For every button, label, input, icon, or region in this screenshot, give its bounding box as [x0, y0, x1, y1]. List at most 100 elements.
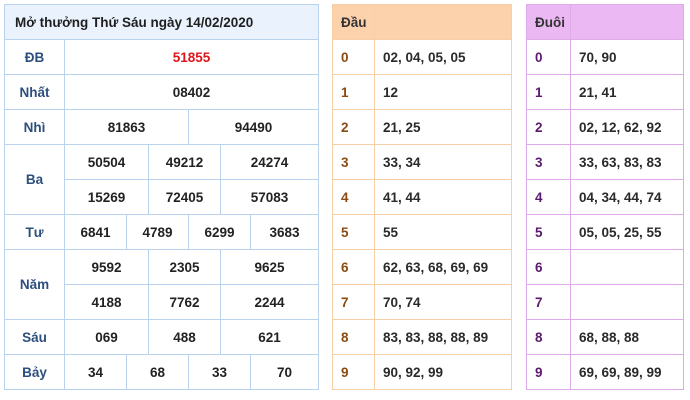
table-row: 9 69, 69, 89, 99 — [526, 354, 684, 390]
table-row: 7 70, 74 — [332, 284, 512, 320]
dau-table: Đầu 0 02, 04, 05, 05 1 12 2 21, 25 3 33, 34 4 41,… — [332, 4, 512, 390]
prize-value: 488 — [148, 319, 221, 355]
dau-numbers: 62, 63, 68, 69, 69 — [374, 249, 512, 285]
prize-value: 57083 — [219, 179, 320, 215]
prize-label-tu: Tư — [4, 214, 65, 250]
prize-value: 51855 — [63, 39, 320, 75]
duoi-digit: 7 — [526, 284, 571, 320]
prize-value: 2244 — [219, 284, 320, 320]
table-row: 1 21, 41 — [526, 74, 684, 110]
dau-numbers: 33, 34 — [374, 144, 512, 180]
prize-value: 34 — [64, 354, 127, 390]
dau-digit: 2 — [332, 109, 375, 145]
prize-row-sau: Sáu 069 488 621 — [4, 319, 320, 355]
table-row: 9 90, 92, 99 — [332, 354, 512, 390]
prize-value: 3683 — [249, 214, 320, 250]
duoi-table: Đuôi 0 70, 90 1 21, 41 2 02, 12, 62, 92 3 33, 6… — [526, 4, 684, 390]
prize-row-bay: Bảy 34 68 33 70 — [4, 354, 320, 390]
results-table: Mở thưởng Thứ Sáu ngày 14/02/2020 ĐB 518… — [3, 4, 320, 390]
prize-label-nhat: Nhất — [4, 74, 65, 110]
prize-value: 50504 — [64, 144, 149, 180]
table-row: 6 — [526, 249, 684, 285]
dau-digit: 7 — [332, 284, 375, 320]
dau-digit: 5 — [332, 214, 375, 250]
prize-value: 7762 — [148, 284, 221, 320]
prize-label-ba: Ba — [4, 144, 65, 215]
duoi-digit: 9 — [526, 354, 571, 390]
prize-value: 24274 — [219, 144, 320, 180]
duoi-digit: 8 — [526, 319, 571, 355]
dau-digit: 4 — [332, 179, 375, 215]
table-row: 1 12 — [332, 74, 512, 110]
prize-value: 069 — [64, 319, 149, 355]
prize-value: 4188 — [64, 284, 149, 320]
duoi-digit: 0 — [526, 39, 571, 75]
prize-label-db: ĐB — [4, 39, 65, 75]
table-row: 0 70, 90 — [526, 39, 684, 75]
prize-value: 2305 — [148, 249, 221, 285]
prize-row-nam-1: Năm 9592 2305 9625 — [4, 249, 320, 320]
dau-rows: 0 02, 04, 05, 05 1 12 2 21, 25 3 33, 34 4 41, 44 5… — [332, 39, 512, 390]
dau-header-value — [374, 4, 512, 40]
prize-value: 4789 — [126, 214, 189, 250]
prize-value: 621 — [219, 319, 320, 355]
dau-numbers: 55 — [374, 214, 512, 250]
dau-digit: 8 — [332, 319, 375, 355]
prize-label-bay: Bảy — [4, 354, 65, 390]
table-row: 3 33, 34 — [332, 144, 512, 180]
duoi-digit: 2 — [526, 109, 571, 145]
results-header-row: Mở thưởng Thứ Sáu ngày 14/02/2020 — [3, 4, 320, 40]
prize-row-ba-1: Ba 50504 49212 24274 — [4, 144, 320, 215]
prize-row-nhi: Nhì 81863 94490 — [4, 109, 320, 145]
duoi-numbers: 68, 88, 88 — [570, 319, 684, 355]
duoi-digit: 3 — [526, 144, 571, 180]
dau-header-key: Đầu — [332, 4, 375, 40]
duoi-digit: 5 — [526, 214, 571, 250]
table-row: 4 04, 34, 44, 74 — [526, 179, 684, 215]
prize-label-sau: Sáu — [4, 319, 65, 355]
duoi-numbers: 70, 90 — [570, 39, 684, 75]
prize-row-tu: Tư 6841 4789 6299 3683 — [4, 214, 320, 250]
prize-value: 33 — [188, 354, 251, 390]
prize-value: 81863 — [64, 109, 189, 145]
duoi-header-key: Đuôi — [526, 4, 571, 40]
dau-numbers: 90, 92, 99 — [374, 354, 512, 390]
table-row: 5 55 — [332, 214, 512, 250]
dau-numbers: 21, 25 — [374, 109, 512, 145]
dau-numbers: 70, 74 — [374, 284, 512, 320]
dau-digit: 1 — [332, 74, 375, 110]
dau-digit: 9 — [332, 354, 375, 390]
dau-numbers: 12 — [374, 74, 512, 110]
duoi-numbers: 21, 41 — [570, 74, 684, 110]
dau-numbers: 02, 04, 05, 05 — [374, 39, 512, 75]
dau-numbers: 41, 44 — [374, 179, 512, 215]
results-title: Mở thưởng Thứ Sáu ngày 14/02/2020 — [3, 4, 320, 40]
duoi-numbers: 02, 12, 62, 92 — [570, 109, 684, 145]
prize-row-db: ĐB 51855 — [4, 39, 320, 75]
prize-label-nam: Năm — [4, 249, 65, 320]
duoi-digit: 1 — [526, 74, 571, 110]
duoi-numbers: 04, 34, 44, 74 — [570, 179, 684, 215]
prize-value: 6299 — [188, 214, 251, 250]
prize-value: 68 — [126, 354, 189, 390]
prize-value: 49212 — [148, 144, 221, 180]
prize-value: 9592 — [64, 249, 149, 285]
dau-digit: 0 — [332, 39, 375, 75]
duoi-rows: 0 70, 90 1 21, 41 2 02, 12, 62, 92 3 33, 63, 83… — [526, 39, 684, 390]
table-row: 8 68, 88, 88 — [526, 319, 684, 355]
duoi-numbers — [570, 249, 684, 285]
prize-value: 6841 — [64, 214, 127, 250]
prize-label-nhi: Nhì — [4, 109, 65, 145]
duoi-numbers — [570, 284, 684, 320]
duoi-numbers: 05, 05, 25, 55 — [570, 214, 684, 250]
prize-row-nhat: Nhất 08402 — [4, 74, 320, 110]
prize-value: 72405 — [148, 179, 221, 215]
dau-numbers: 83, 83, 88, 88, 89 — [374, 319, 512, 355]
table-row: 2 21, 25 — [332, 109, 512, 145]
table-row: 0 02, 04, 05, 05 — [332, 39, 512, 75]
prize-value: 70 — [249, 354, 320, 390]
duoi-digit: 6 — [526, 249, 571, 285]
table-row: 8 83, 83, 88, 88, 89 — [332, 319, 512, 355]
duoi-numbers: 33, 63, 83, 83 — [570, 144, 684, 180]
duoi-header-value — [570, 4, 684, 40]
